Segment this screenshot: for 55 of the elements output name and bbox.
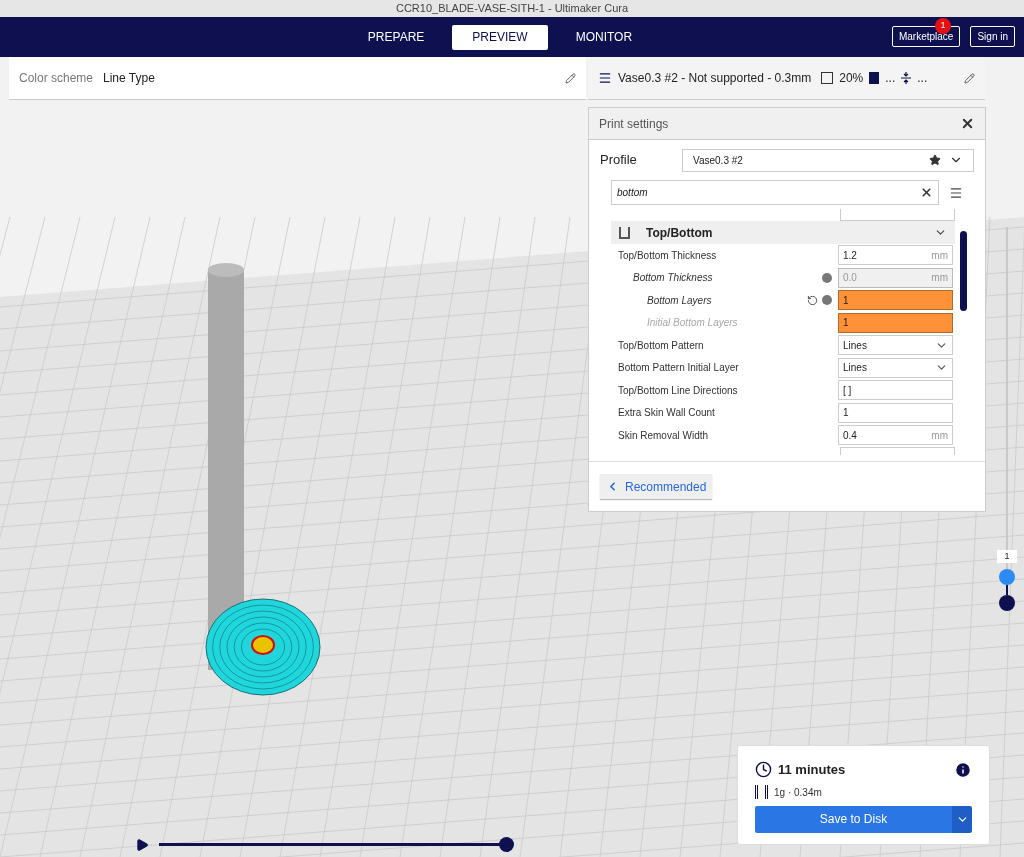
spool-icon xyxy=(755,785,768,799)
setting-input[interactable] xyxy=(840,446,955,455)
setting-label: Extra Skin Wall Count xyxy=(618,406,715,421)
clock-icon xyxy=(755,761,772,779)
stage-tab[interactable]: PREPARE xyxy=(347,24,445,50)
menu-icon[interactable] xyxy=(949,185,963,200)
setting-input[interactable]: 1 xyxy=(838,402,953,423)
clear-icon[interactable] xyxy=(920,186,933,199)
edit-icon[interactable] xyxy=(565,72,576,84)
window-title: CCR10_BLADE-VASE-SITH-1 - Ultimaker Cura xyxy=(395,1,629,17)
stage-tab[interactable]: PREVIEW xyxy=(452,24,548,50)
adhesion-icon xyxy=(901,72,912,84)
color-scheme-value[interactable]: Line Type xyxy=(103,69,155,87)
setting-input[interactable]: 1.2 mm xyxy=(838,245,953,266)
setting-label: Bottom Layers xyxy=(647,293,712,308)
profile-icon xyxy=(598,71,612,85)
search-field[interactable]: bottom xyxy=(611,180,939,205)
profile-dropdown[interactable]: Vase0.3 #2 xyxy=(682,148,974,172)
setting-dropdown[interactable]: Lines xyxy=(838,357,953,378)
setting-label: Top/Bottom Pattern xyxy=(618,338,704,353)
close-icon[interactable] xyxy=(960,116,975,131)
setting-label: Top/Bottom Thickness xyxy=(618,248,717,263)
recommended-button[interactable]: Recommended xyxy=(600,474,713,499)
edit-icon[interactable] xyxy=(964,72,975,84)
category-header[interactable]: Top/Bottom xyxy=(611,221,955,244)
setting-label: Bottom Thickness xyxy=(633,271,713,286)
info-icon[interactable] xyxy=(954,760,972,779)
top-bottom-icon xyxy=(619,226,630,239)
setting-label: Skin Removal Width xyxy=(618,428,709,443)
stage-tab[interactable]: MONITOR xyxy=(555,24,653,50)
scrollbar[interactable] xyxy=(960,231,967,311)
play-icon[interactable] xyxy=(135,837,149,852)
setting-input[interactable]: [ ] xyxy=(838,380,953,401)
star-icon[interactable] xyxy=(929,154,941,166)
setting-label: Initial Bottom Layers xyxy=(647,316,738,331)
material-usage: 1g · 0.34m xyxy=(774,785,822,800)
sign-in-button[interactable]: Sign in xyxy=(970,26,1015,47)
support-icon xyxy=(869,72,880,84)
reset-icon[interactable] xyxy=(807,294,818,306)
setting-dropdown[interactable]: Lines xyxy=(838,335,953,356)
infill-icon xyxy=(821,72,834,84)
print-time: 11 minutes xyxy=(778,761,846,779)
infill-value: 20% xyxy=(839,70,864,87)
adhesion-value: ... xyxy=(917,70,928,87)
profile-summary: Vase0.3 #2 - Not supported - 0.3mm xyxy=(618,70,812,87)
profile-label: Profile xyxy=(600,151,638,170)
setting-input[interactable]: 0.4 mm xyxy=(838,425,953,446)
setting-label: Top/Bottom Line Directions xyxy=(618,383,738,398)
setting-input[interactable]: 1 xyxy=(838,290,953,311)
save-options-button[interactable] xyxy=(952,805,972,833)
save-to-disk-button[interactable]: Save to Disk xyxy=(755,805,952,833)
support-value: ... xyxy=(885,70,896,87)
color-scheme-label: Color scheme xyxy=(19,70,94,87)
setting-label: Bottom Pattern Initial Layer xyxy=(618,361,739,376)
panel-title: Print settings xyxy=(599,115,669,133)
